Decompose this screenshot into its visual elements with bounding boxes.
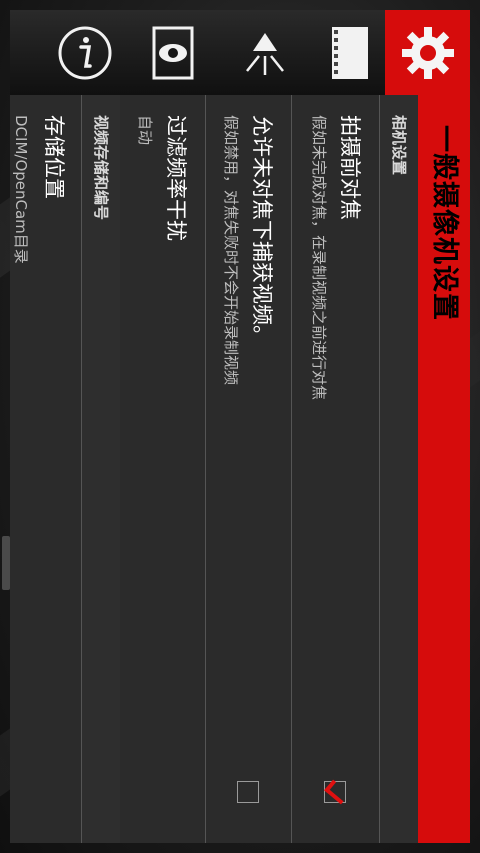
setting-allow-unfocused-capture[interactable]: 允许未对焦下捕获视频。 假如禁用，对焦失败时不会开始录制视频 [205,95,292,843]
info-icon [58,26,112,79]
eye-icon [152,26,193,79]
film-icon [332,26,368,79]
settings-panel-content: 一般摄像机设置 相机设置 拍摄前对焦 假如未完成对焦，在录制视频之前进行对焦 允… [10,95,470,843]
settings-header: 一般摄像机设置 [416,95,470,843]
info-button[interactable] [40,10,130,95]
focus-before-checkbox[interactable] [324,779,350,805]
setting-title: 存储位置 [42,115,66,199]
section-header-camera: 相机设置 [379,95,418,843]
check-icon [324,779,350,805]
film-button[interactable] [315,10,385,95]
settings-panel: 一般摄像机设置 相机设置 拍摄前对焦 假如未完成对焦，在录制视频之前进行对焦 允… [10,95,470,843]
setting-subtitle: DCIM/OpenCam目录 [12,115,30,264]
section-label: 相机设置 [390,115,408,176]
setting-subtitle: 自动 [136,115,154,146]
setting-title: 拍摄前对焦 [338,115,362,220]
page-title: 一般摄像机设置 [429,125,460,321]
setting-flicker-filter[interactable]: 过滤频率干扰 自动 [119,95,206,843]
setting-storage-location[interactable]: 存储位置 DCIM/OpenCam目录 [10,95,82,843]
settings-button[interactable] [385,10,470,95]
settings-icon [401,26,454,79]
section-header-storage: 视频存储和编号 [81,95,120,843]
camera-preview-background: 一般摄像机设置 相机设置 拍摄前对焦 假如未完成对焦，在录制视频之前进行对焦 允… [0,0,480,853]
setting-title: 允许未对焦下捕获视频。 [250,115,274,346]
view-button[interactable] [130,10,215,95]
setting-title: 过滤频率干扰 [164,115,188,241]
top-icon-bar [10,10,470,95]
scroll-handle[interactable] [2,536,10,590]
setting-focus-before-capture[interactable]: 拍摄前对焦 假如未完成对焦，在录制视频之前进行对焦 [291,95,380,843]
setting-subtitle: 假如禁用，对焦失败时不会开始录制视频 [222,115,240,386]
light-button[interactable] [215,10,315,95]
section-label: 视频存储和编号 [92,115,110,221]
setting-subtitle: 假如未完成对焦，在录制视频之前进行对焦 [310,115,328,401]
settings-list: 相机设置 拍摄前对焦 假如未完成对焦，在录制视频之前进行对焦 允许未对焦下捕获视… [10,95,418,843]
light-icon [246,32,284,75]
allow-unfocused-checkbox[interactable] [237,781,259,803]
